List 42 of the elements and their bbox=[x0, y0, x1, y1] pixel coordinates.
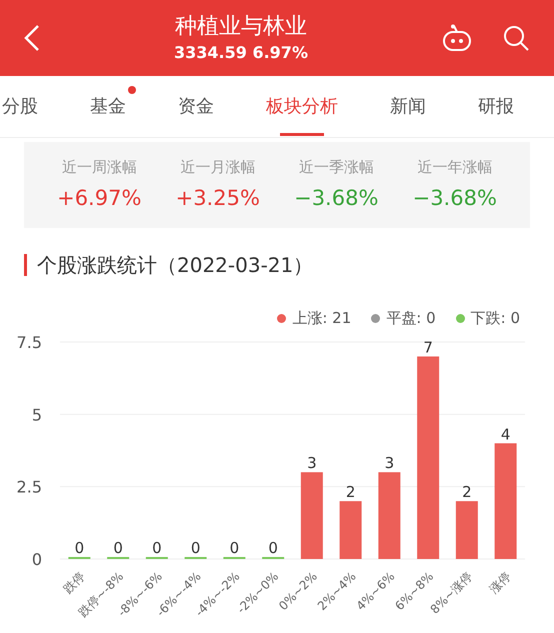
y-tick-label: 7.5 bbox=[16, 333, 42, 352]
x-tick-label: 跌停 bbox=[60, 569, 88, 596]
tab[interactable]: 板块分析 bbox=[266, 76, 338, 137]
page-title: 种植业与林业 bbox=[174, 13, 307, 41]
tab[interactable]: 分股 bbox=[2, 76, 38, 137]
legend-label: 下跌: 0 bbox=[470, 308, 520, 329]
data-label: 0 bbox=[74, 539, 84, 557]
data-label: 0 bbox=[113, 539, 123, 557]
data-label: 3 bbox=[307, 454, 317, 472]
data-label: 3 bbox=[384, 454, 394, 472]
y-tick-label: 2.5 bbox=[16, 478, 42, 497]
legend-label: 上涨: 21 bbox=[292, 308, 352, 329]
data-label: 2 bbox=[462, 483, 472, 502]
stat-value: −3.68% bbox=[412, 184, 497, 212]
data-label: 0 bbox=[190, 539, 200, 557]
back-icon[interactable] bbox=[24, 24, 40, 52]
index-quote: 3334.59 6.97% bbox=[174, 42, 308, 64]
tab[interactable]: 资金 bbox=[178, 76, 214, 137]
data-label: 7 bbox=[423, 338, 433, 356]
robot-icon[interactable] bbox=[442, 24, 472, 52]
data-label: 2 bbox=[346, 483, 356, 502]
stat-label: 近一季涨幅 bbox=[298, 157, 374, 178]
y-tick-label: 0 bbox=[32, 550, 42, 569]
search-icon[interactable] bbox=[502, 24, 530, 52]
x-tick-label: 涨停 bbox=[486, 569, 514, 596]
data-label: 0 bbox=[152, 539, 162, 557]
data-label: 0 bbox=[268, 539, 278, 557]
legend-label: 平盘: 0 bbox=[386, 308, 436, 329]
stat-value: +3.25% bbox=[176, 184, 260, 212]
y-tick-label: 5 bbox=[32, 405, 42, 424]
stat-label: 近一周涨幅 bbox=[62, 157, 137, 178]
stat-value: −3.68% bbox=[294, 184, 378, 212]
tab[interactable]: 基金 bbox=[90, 76, 126, 137]
stat-label: 近一月涨幅 bbox=[180, 157, 256, 178]
stat-label: 近一年涨幅 bbox=[417, 157, 492, 178]
tab[interactable]: 研报 bbox=[478, 76, 514, 137]
section-marker bbox=[24, 254, 27, 276]
data-label: 0 bbox=[230, 539, 240, 557]
tab[interactable]: 新闻 bbox=[390, 76, 426, 137]
stat-value: +6.97% bbox=[57, 184, 142, 212]
section-title: 个股涨跌统计（2022-03-21） bbox=[37, 252, 314, 279]
data-label: 4 bbox=[500, 425, 510, 444]
